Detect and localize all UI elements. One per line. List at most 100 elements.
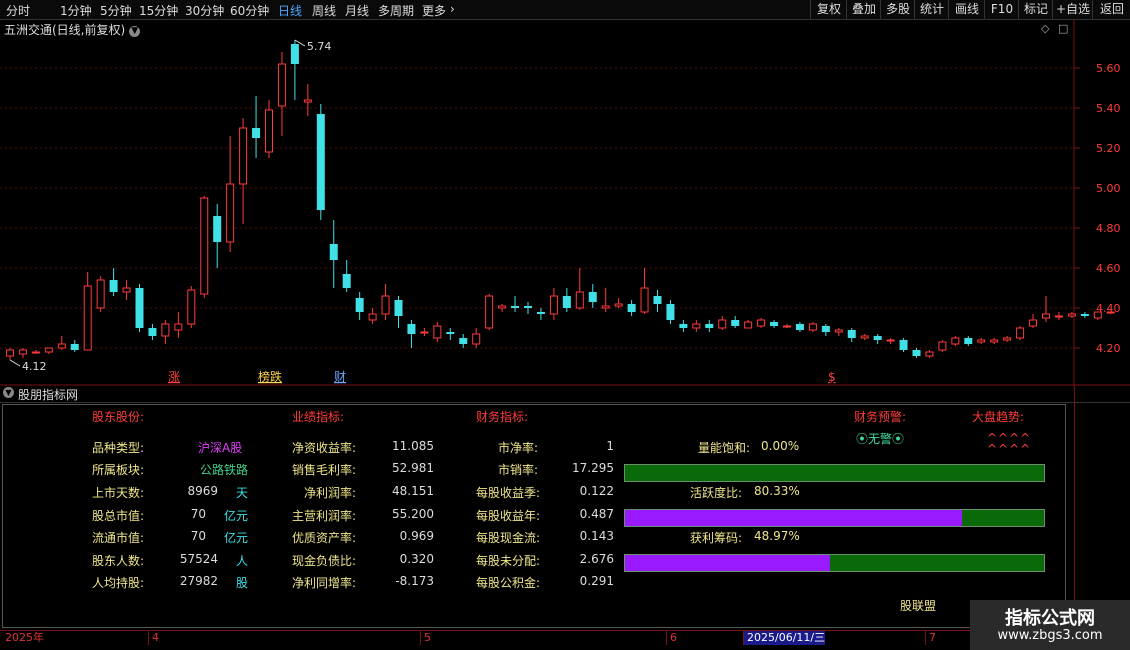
volume-saturation-label: 量能饱和: bbox=[698, 441, 751, 455]
candle-body bbox=[122, 287, 131, 293]
candle-body bbox=[226, 183, 235, 243]
shareholder-label: 流通市值: bbox=[92, 531, 145, 545]
watermark-title: 指标公式网 bbox=[1005, 608, 1095, 629]
performance-value: 48.151 bbox=[392, 484, 434, 498]
candle-body bbox=[653, 296, 662, 304]
candle-body bbox=[239, 127, 248, 185]
performance-value: 52.981 bbox=[392, 461, 434, 475]
candle-body bbox=[472, 333, 481, 345]
candle-body bbox=[1042, 313, 1050, 319]
performance-label: 净利同增率: bbox=[292, 576, 357, 590]
performance-label: 净利润率: bbox=[304, 486, 357, 500]
trend-arrows: ^^^^ bbox=[987, 442, 1032, 456]
candle-body bbox=[886, 339, 895, 342]
event-marker: $ bbox=[828, 370, 836, 384]
draw-line-button[interactable]: 画线 bbox=[948, 0, 985, 19]
watermark-url: www.zbgs3.com bbox=[997, 628, 1103, 643]
date-tick: 5 bbox=[420, 631, 431, 645]
candle-body bbox=[575, 291, 584, 309]
overlay-button[interactable]: 叠加 bbox=[846, 0, 881, 19]
back-button[interactable]: 返回 bbox=[1092, 0, 1130, 19]
candle-body bbox=[744, 321, 753, 329]
period-tab-60min[interactable]: 60分钟 bbox=[230, 2, 269, 19]
footer-link[interactable]: 股联盟 bbox=[900, 597, 936, 614]
candle-body bbox=[148, 328, 157, 336]
candle-body bbox=[433, 325, 442, 339]
candle-body bbox=[485, 295, 494, 329]
candle-body bbox=[355, 298, 364, 312]
y-tick-label: 5.00 bbox=[1096, 182, 1121, 195]
candle-body bbox=[925, 351, 934, 357]
period-tab-monthly[interactable]: 月线 bbox=[345, 2, 369, 19]
candle-body bbox=[990, 339, 999, 343]
period-tab-1min[interactable]: 1分钟 bbox=[60, 2, 92, 19]
finance-label: 每股收益季: bbox=[476, 486, 541, 500]
finance-label: 每股未分配: bbox=[476, 554, 541, 568]
activity-ratio-value: 80.33% bbox=[754, 484, 800, 498]
y-tick-label: 5.40 bbox=[1096, 102, 1121, 115]
shareholder-label: 上市天数: bbox=[92, 486, 145, 500]
candle-body bbox=[187, 289, 196, 325]
candle-body bbox=[692, 323, 701, 329]
period-tab-minute[interactable]: 分时 bbox=[6, 2, 30, 19]
period-tab-daily[interactable]: 日线 bbox=[278, 2, 302, 19]
period-tab-5min[interactable]: 5分钟 bbox=[100, 2, 132, 19]
candle-body bbox=[381, 295, 390, 315]
candle-body bbox=[964, 338, 973, 344]
period-tab-30min[interactable]: 30分钟 bbox=[185, 2, 224, 19]
period-tab-weekly[interactable]: 周线 bbox=[312, 2, 336, 19]
candle-body bbox=[951, 337, 960, 345]
indicator-name[interactable]: 股朋指标网 bbox=[18, 386, 78, 403]
candle-body bbox=[1054, 315, 1063, 318]
activity-ratio-fill bbox=[625, 510, 962, 526]
candle-body bbox=[303, 99, 312, 103]
chevron-right-icon[interactable]: › bbox=[450, 2, 455, 16]
shareholder-label: 人均持股: bbox=[92, 576, 145, 590]
date-tick: 7 bbox=[925, 631, 936, 645]
candle-body bbox=[342, 274, 351, 288]
period-tab-15min[interactable]: 15分钟 bbox=[139, 2, 178, 19]
event-marker: 榜跌 bbox=[258, 369, 282, 384]
candle-body bbox=[899, 340, 908, 350]
candle-body bbox=[135, 288, 144, 328]
candle-body bbox=[44, 347, 53, 353]
candle-body bbox=[640, 287, 649, 313]
chevron-down-icon[interactable]: ▼ bbox=[3, 387, 14, 398]
panel-divider bbox=[1074, 386, 1075, 630]
statistics-button[interactable]: 统计 bbox=[914, 0, 949, 19]
candle-body bbox=[57, 343, 66, 349]
candle-body bbox=[795, 324, 804, 330]
shareholder-label: 所属板块: bbox=[92, 463, 145, 477]
cursor-date: 2025/06/11/三 bbox=[743, 631, 826, 645]
candle-body bbox=[31, 351, 40, 354]
candle-body bbox=[783, 325, 791, 328]
f10-button[interactable]: F10 bbox=[984, 0, 1019, 19]
section-performance: 业绩指标: bbox=[292, 410, 345, 424]
candle-body bbox=[873, 336, 882, 340]
restore-rights-button[interactable]: 复权 bbox=[810, 0, 847, 19]
finance-value: 0.143 bbox=[579, 529, 614, 543]
candle-body bbox=[808, 323, 817, 331]
high-price-label: 5.74 bbox=[307, 40, 332, 53]
date-tick: 4 bbox=[148, 631, 159, 645]
shareholder-label: 品种类型: bbox=[92, 441, 145, 455]
candle-body bbox=[770, 322, 779, 326]
activity-ratio-bar bbox=[624, 509, 1045, 527]
candle-body bbox=[83, 285, 92, 351]
candle-body bbox=[200, 197, 209, 295]
sector-value: 公路铁路 bbox=[200, 463, 249, 477]
mark-button[interactable]: 标记 bbox=[1018, 0, 1053, 19]
candle-body bbox=[277, 63, 286, 107]
finance-label: 每股公积金: bbox=[476, 576, 541, 590]
multi-stock-button[interactable]: 多股 bbox=[880, 0, 915, 19]
candle-body bbox=[524, 306, 532, 308]
period-tab-multi[interactable]: 多周期 bbox=[378, 2, 414, 19]
period-tab-more[interactable]: 更多 bbox=[422, 2, 446, 19]
finance-value: 0.487 bbox=[579, 507, 614, 521]
candle-body bbox=[666, 304, 675, 320]
candle-body bbox=[96, 279, 105, 309]
add-watchlist-button[interactable]: +自选 bbox=[1052, 0, 1093, 19]
performance-label: 净资收益率: bbox=[292, 441, 357, 455]
event-marker: 涨 bbox=[168, 369, 180, 384]
candlestick-chart[interactable]: 5.605.405.205.004.804.604.404.20 5.744.1… bbox=[0, 20, 1130, 386]
